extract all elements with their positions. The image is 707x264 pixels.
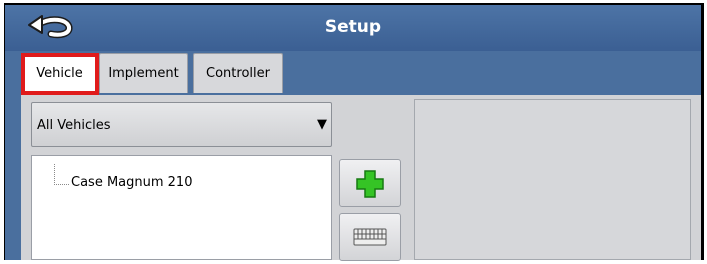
back-button[interactable]	[27, 14, 75, 40]
title-bar: Setup	[5, 5, 701, 51]
tree-branch-line	[54, 164, 69, 185]
keyboard-button[interactable]	[339, 213, 401, 261]
keyboard-icon	[353, 228, 387, 246]
back-arrow-icon	[28, 15, 73, 39]
vehicle-filter-dropdown[interactable]: All Vehicles ▼	[31, 102, 332, 147]
tab-controller[interactable]: Controller	[193, 53, 283, 93]
dropdown-arrow-icon: ▼	[317, 117, 327, 132]
vehicle-tree[interactable]: Case Magnum 210	[31, 155, 332, 260]
dropdown-value: All Vehicles	[37, 118, 111, 133]
tab-implement[interactable]: Implement	[99, 53, 188, 93]
add-vehicle-button[interactable]	[339, 159, 401, 207]
green-plus-icon	[356, 170, 384, 198]
tree-item-vehicle[interactable]: Case Magnum 210	[71, 175, 192, 190]
details-panel	[414, 99, 691, 260]
page-title: Setup	[324, 17, 382, 37]
tab-vehicle[interactable]: Vehicle	[23, 53, 96, 93]
